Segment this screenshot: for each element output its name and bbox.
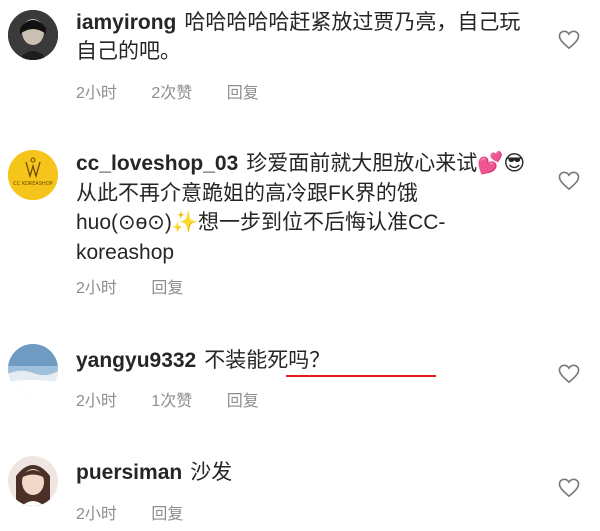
reply-button[interactable]: 回复 — [151, 274, 183, 298]
comment-time: 2小时 — [76, 85, 117, 102]
comment-username[interactable]: cc_loveshop_03 — [76, 152, 238, 175]
reply-button[interactable]: 回复 — [227, 79, 259, 103]
avatar-sky-landscape-icon — [8, 344, 58, 394]
comment-text: 沙发 — [190, 461, 233, 484]
heart-outline-icon[interactable] — [558, 171, 580, 191]
comment-time: 2小时 — [76, 280, 117, 297]
avatar[interactable] — [8, 344, 58, 394]
heart-outline-icon[interactable] — [558, 30, 580, 50]
heart-outline-icon[interactable] — [558, 478, 580, 498]
comment-time: 2小时 — [76, 506, 117, 523]
comment-text: 不装能死吗？ — [204, 349, 331, 372]
comment-likes[interactable]: 1次赞 — [151, 387, 192, 411]
reply-button[interactable]: 回复 — [151, 500, 183, 524]
avatar-yellow-logo-icon — [8, 150, 58, 200]
heart-outline-icon[interactable] — [558, 364, 580, 384]
comment-username[interactable]: yangyu9332 — [76, 349, 196, 372]
avatar[interactable]: CC KOREASHOP — [8, 150, 58, 200]
reply-button[interactable]: 回复 — [227, 387, 259, 411]
comment-time: 2小时 — [76, 393, 117, 410]
comment-item: yangyu9332 不装能死吗？ 2小时 1次赞 回复 — [0, 0, 600, 410]
avatar-girl-portrait-icon — [8, 456, 58, 506]
avatar[interactable] — [8, 456, 58, 506]
comment-username[interactable]: puersiman — [76, 461, 182, 484]
avatar-logo-text: CC KOREASHOP — [13, 181, 53, 187]
highlight-underline — [286, 375, 436, 377]
comment-likes[interactable]: 2次赞 — [151, 79, 192, 103]
